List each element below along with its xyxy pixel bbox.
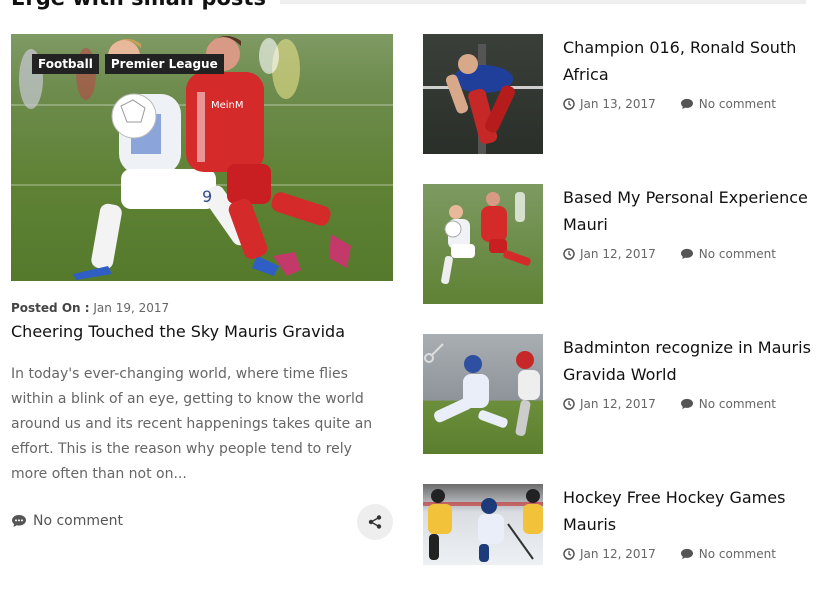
post-title[interactable]: Based My Personal Experience Mauri xyxy=(563,184,813,238)
list-item: Hockey Free Hockey Games Mauris Jan 12, … xyxy=(423,484,813,604)
lead-post-date: Jan 19, 2017 xyxy=(93,301,170,315)
jersey-text: MeinM xyxy=(211,100,244,111)
comment-link[interactable]: No comment xyxy=(680,547,776,561)
comment-link[interactable]: No comment xyxy=(680,397,776,411)
lead-comment-text: No comment xyxy=(33,513,124,529)
post-date: Jan 12, 2017 xyxy=(580,547,656,561)
post-meta: Jan 12, 2017 No comment xyxy=(563,547,776,561)
posted-on-label: Posted On : xyxy=(11,301,90,315)
lead-post-image[interactable]: Football Premier League MeinM 9 xyxy=(11,34,393,281)
section-title-rule xyxy=(250,0,806,4)
comment-text: No comment xyxy=(698,397,776,411)
post-title[interactable]: Hockey Free Hockey Games Mauris xyxy=(563,484,813,538)
comment-text: No comment xyxy=(698,247,776,261)
tag-football[interactable]: Football xyxy=(32,54,99,74)
list-item: Champion 016, Ronald South Africa Jan 13… xyxy=(423,34,813,154)
comment-icon xyxy=(680,548,693,560)
post-thumbnail[interactable] xyxy=(423,184,543,304)
post-meta: Jan 13, 2017 No comment xyxy=(563,97,776,111)
clock-icon xyxy=(563,248,575,260)
post-date: Jan 13, 2017 xyxy=(580,97,656,111)
post-thumbnail[interactable] xyxy=(423,334,543,454)
lead-post-excerpt: In today's ever-changing world, where ti… xyxy=(11,366,373,482)
section-title: Erge with small posts xyxy=(11,0,280,10)
lead-post-footer: No comment xyxy=(11,504,393,540)
post-date: Jan 12, 2017 xyxy=(580,247,656,261)
comment-icon xyxy=(680,98,693,110)
post-meta: Jan 12, 2017 No comment xyxy=(563,247,776,261)
list-item: Based My Personal Experience Mauri Jan 1… xyxy=(423,184,813,304)
clock-icon xyxy=(563,548,575,560)
tag-premier-league[interactable]: Premier League xyxy=(104,54,224,74)
comment-link[interactable]: No comment xyxy=(680,247,776,261)
list-item: Badminton recognize in Mauris Gravida Wo… xyxy=(423,334,813,454)
comment-icon xyxy=(680,398,693,410)
post-title[interactable]: Champion 016, Ronald South Africa xyxy=(563,34,813,88)
share-icon xyxy=(368,515,382,529)
lead-post-meta: Posted On : Jan 19, 2017 xyxy=(11,301,393,315)
post-thumbnail[interactable] xyxy=(423,34,543,154)
lead-comment-link[interactable]: No comment xyxy=(11,513,123,529)
lead-post-title[interactable]: Cheering Touched the Sky Mauris Gravida xyxy=(11,321,393,343)
post-title[interactable]: Badminton recognize in Mauris Gravida Wo… xyxy=(563,334,813,388)
lead-post: Football Premier League MeinM 9 Posted O… xyxy=(11,34,393,540)
post-date: Jan 12, 2017 xyxy=(580,397,656,411)
comment-text: No comment xyxy=(698,547,776,561)
clock-icon xyxy=(563,98,575,110)
post-meta: Jan 12, 2017 No comment xyxy=(563,397,776,411)
comment-link[interactable]: No comment xyxy=(680,97,776,111)
comment-icon xyxy=(12,515,26,527)
jersey-number: 9 xyxy=(202,187,212,206)
share-button[interactable] xyxy=(357,504,393,540)
post-thumbnail[interactable] xyxy=(423,484,543,565)
clock-icon xyxy=(563,398,575,410)
comment-icon xyxy=(680,248,693,260)
comment-text: No comment xyxy=(698,97,776,111)
